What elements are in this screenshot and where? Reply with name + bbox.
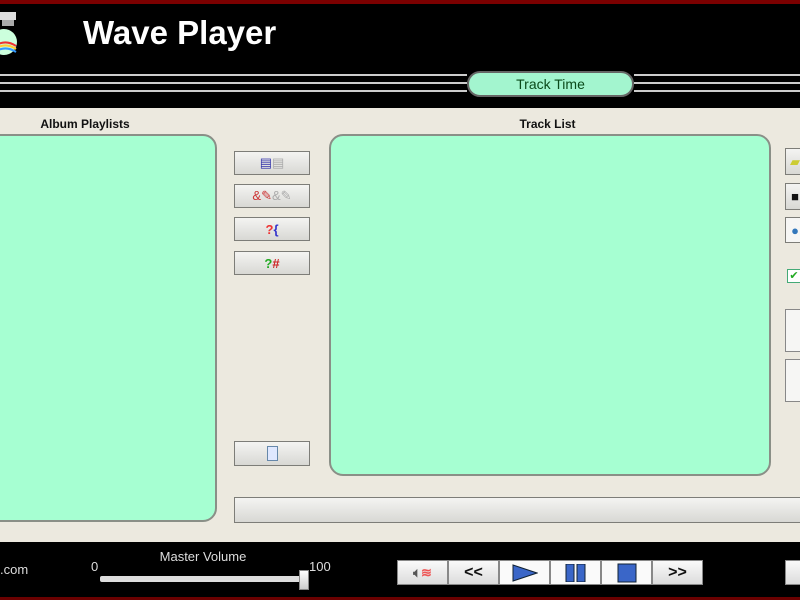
speaker-icon: 🔈︎≋: [413, 564, 432, 580]
pause-icon: [565, 563, 585, 582]
query-button[interactable]: ?{: [234, 217, 310, 241]
previous-button[interactable]: <<: [448, 560, 499, 585]
new-playlist-button[interactable]: [234, 441, 310, 466]
progress-bar[interactable]: [234, 497, 800, 523]
folder-icon: ▰: [790, 153, 800, 169]
side-box-2[interactable]: [785, 359, 800, 402]
open-button[interactable]: ▰: [785, 148, 800, 175]
stop-icon: [617, 563, 636, 582]
volume-max: 100: [309, 559, 331, 574]
play-button[interactable]: [499, 560, 550, 585]
footer-right-button[interactable]: [785, 560, 800, 585]
query-icon: ?{: [265, 221, 279, 237]
help-icon: ?#: [264, 255, 280, 271]
volume-label: Master Volume: [159, 549, 247, 564]
play-icon: [512, 563, 538, 582]
rename-button[interactable]: &✎&✎: [234, 184, 310, 208]
shield-icon: ●: [791, 222, 799, 238]
shield-button[interactable]: ●: [785, 217, 800, 243]
new-document-icon: [266, 446, 278, 461]
copy-playlist-button[interactable]: ▤▤: [234, 151, 310, 175]
volume-min: 0: [91, 559, 99, 574]
pause-button[interactable]: [550, 560, 601, 585]
side-box-1[interactable]: [785, 309, 800, 352]
track-time-display: Track Time: [467, 71, 634, 97]
documents-icon: ▤▤: [259, 155, 285, 170]
next-button[interactable]: >>: [652, 560, 703, 585]
stop-button[interactable]: [601, 560, 652, 585]
album-playlists-label: Album Playlists: [40, 117, 130, 131]
help-button[interactable]: ?#: [234, 251, 310, 275]
track-list[interactable]: [329, 134, 771, 476]
volume-slider[interactable]: [100, 576, 305, 582]
volume-slider-thumb[interactable]: [299, 570, 309, 590]
album-playlists-list[interactable]: [0, 134, 217, 522]
divider: [634, 82, 800, 84]
divider: [634, 74, 800, 76]
edit-icon: &✎&✎: [252, 188, 292, 203]
divider: [0, 90, 467, 92]
logo-icon: [0, 10, 18, 56]
track-list-label: Track List: [519, 117, 576, 131]
option-checkbox[interactable]: ✔: [787, 269, 800, 283]
save-icon: ■: [791, 189, 799, 204]
divider: [0, 74, 467, 76]
divider: [0, 82, 467, 84]
save-button[interactable]: ■: [785, 183, 800, 210]
app-title: Wave Player: [83, 14, 277, 51]
site-link[interactable]: .com: [0, 562, 28, 577]
mute-button[interactable]: 🔈︎≋: [397, 560, 448, 585]
divider: [634, 90, 800, 92]
